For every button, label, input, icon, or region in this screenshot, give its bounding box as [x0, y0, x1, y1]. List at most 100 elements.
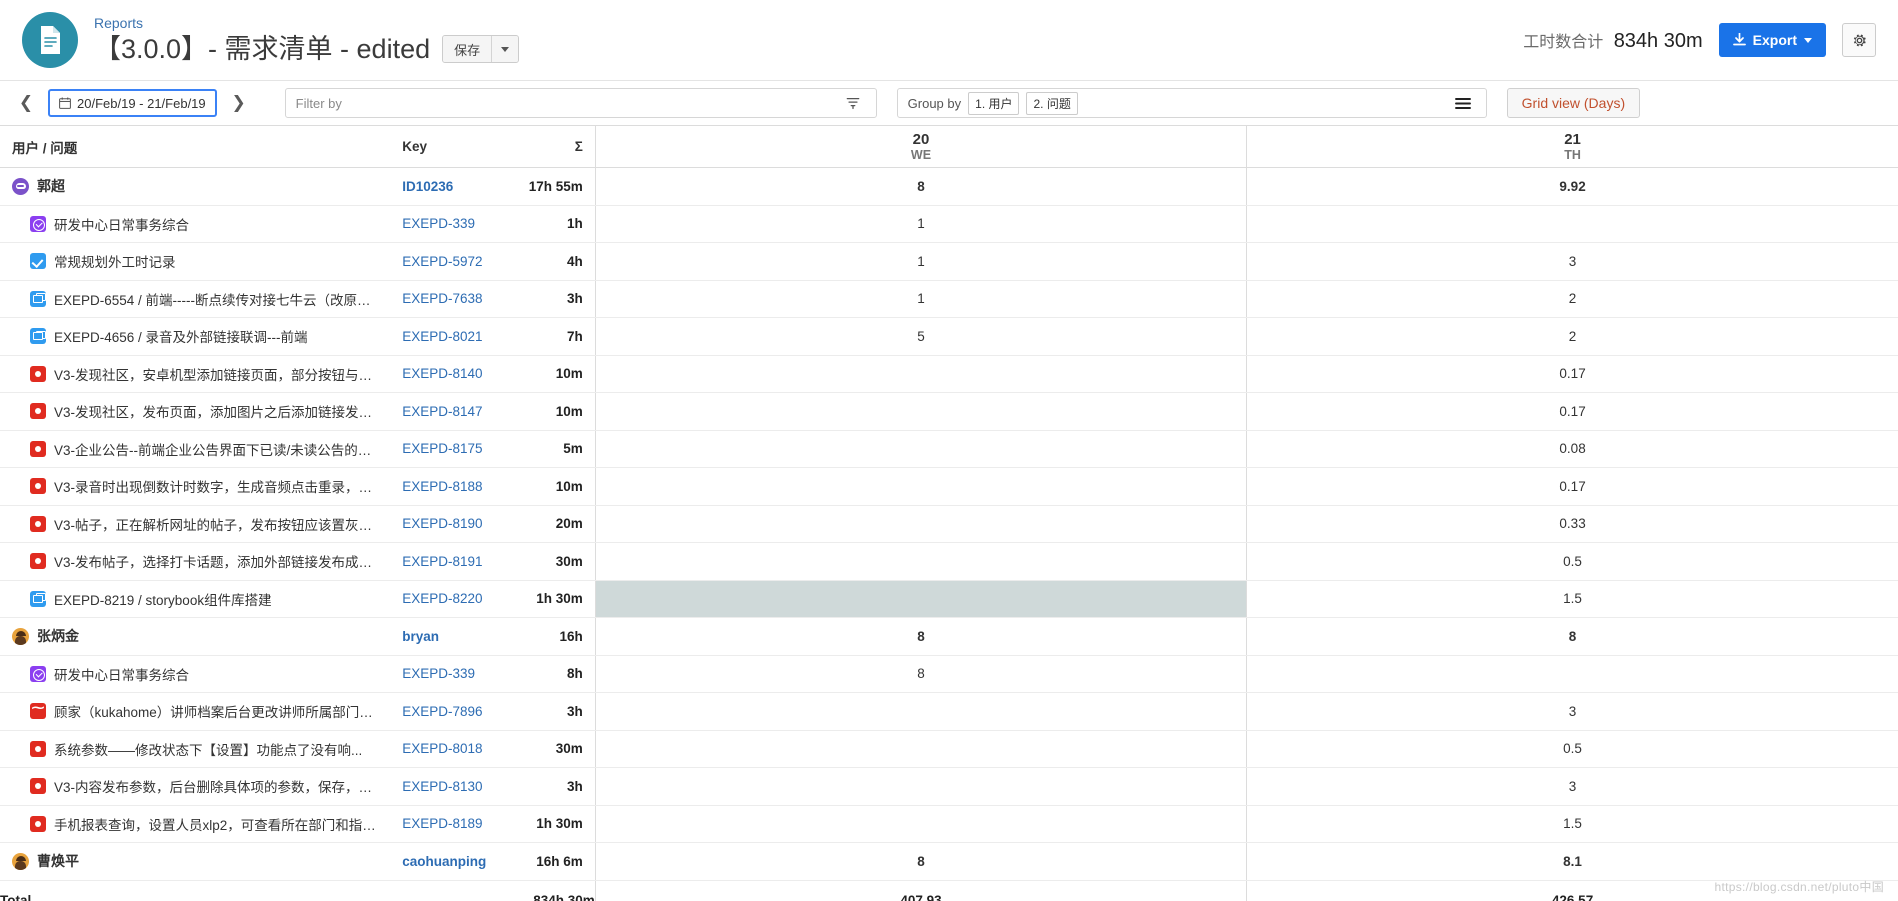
row-day-21-cell[interactable]: 3 [1246, 692, 1898, 731]
column-header-day-20[interactable]: 20 WE [595, 125, 1247, 168]
row-day-21-cell[interactable]: 0.17 [1246, 355, 1898, 393]
issue-key-link[interactable]: EXEPD-8021 [402, 329, 482, 344]
row-day-21-cell[interactable]: 9.92 [1246, 167, 1898, 206]
row-day-21-cell[interactable]: 1.5 [1246, 805, 1898, 843]
row-day-20-cell[interactable]: 8 [595, 167, 1247, 206]
filter-field[interactable] [284, 88, 877, 118]
row-day-21-cell[interactable]: 0.17 [1246, 392, 1898, 431]
row-day-21-cell[interactable] [1246, 205, 1898, 243]
row-day-20-cell[interactable]: 5 [595, 317, 1247, 356]
issue-key-link[interactable]: EXEPD-8190 [402, 516, 482, 531]
table-row[interactable]: 研发中心日常事务综合 EXEPD-339 8h 8 [0, 655, 1898, 693]
row-day-20-cell[interactable]: 1 [595, 205, 1247, 243]
row-day-20-cell[interactable] [595, 505, 1247, 543]
row-day-20-cell[interactable]: 8 [595, 842, 1247, 881]
row-label: EXEPD-6554 / 前端-----断点续传对接七牛云（改原生... [54, 292, 379, 308]
row-day-20-cell[interactable] [595, 467, 1247, 506]
settings-button[interactable] [1842, 23, 1876, 57]
save-button-group[interactable]: 保存 [442, 35, 520, 63]
date-range-picker[interactable]: 20/Feb/19 - 21/Feb/19 [48, 89, 217, 117]
issue-key-link[interactable]: caohuanping [402, 854, 486, 869]
issue-key-link[interactable]: EXEPD-339 [402, 666, 475, 681]
filter-options-button[interactable] [840, 96, 866, 110]
save-button[interactable]: 保存 [443, 36, 493, 62]
row-day-20-cell[interactable] [595, 805, 1247, 843]
row-day-21-cell[interactable]: 0.5 [1246, 730, 1898, 768]
save-dropdown-button[interactable] [492, 36, 519, 62]
row-day-21-cell[interactable]: 0.17 [1246, 467, 1898, 506]
issue-key-link[interactable]: EXEPD-8130 [402, 779, 482, 794]
user-group-row[interactable]: 曹焕平 caohuanping 16h 6m 8 8.1 [0, 842, 1898, 881]
issue-key-link[interactable]: EXEPD-8140 [402, 366, 482, 381]
issue-key-link[interactable]: EXEPD-7638 [402, 291, 482, 306]
table-row[interactable]: V3-内容发布参数，后台删除具体项的参数，保存，前... EXEPD-8130 3h… [0, 767, 1898, 806]
column-header-name[interactable]: 用户 / 问题 [0, 125, 391, 168]
group-by-field[interactable]: Group by 1. 用户 2. 问题 [896, 88, 1487, 118]
row-day-20-cell[interactable]: 8 [595, 617, 1247, 656]
user-group-row[interactable]: 郭超 ID10236 17h 55m 8 9.92 [0, 167, 1898, 206]
user-group-row[interactable]: 张炳金 bryan 16h 8 8 [0, 617, 1898, 656]
issue-key-link[interactable]: EXEPD-8220 [402, 591, 482, 606]
row-day-20-cell[interactable] [595, 692, 1247, 731]
row-day-20-cell[interactable] [595, 730, 1247, 768]
column-header-key[interactable]: Key [390, 125, 496, 168]
prev-period-button[interactable]: ❮ [12, 88, 40, 118]
group-by-menu-button[interactable] [1450, 97, 1476, 110]
row-day-21-cell[interactable]: 0.08 [1246, 430, 1898, 468]
issue-key-link[interactable]: EXEPD-8189 [402, 816, 482, 831]
table-row[interactable]: 研发中心日常事务综合 EXEPD-339 1h 1 [0, 205, 1898, 243]
row-day-21-cell[interactable]: 3 [1246, 767, 1898, 806]
group-chip-issue[interactable]: 2. 问题 [1026, 91, 1078, 115]
issue-key-link[interactable]: EXEPD-8018 [402, 741, 482, 756]
table-row[interactable]: 手机报表查询，设置人员xlp2，可查看所在部门和指定... EXEPD-8189 1… [0, 805, 1898, 843]
row-day-21-cell[interactable]: 1.5 [1246, 580, 1898, 618]
row-name-cell: V3-发现社区，安卓机型添加链接页面，部分按钮与状... [0, 355, 391, 393]
table-row[interactable]: V3-发现社区，发布页面，添加图片之后添加链接发布... EXEPD-8147 10… [0, 392, 1898, 431]
table-row[interactable]: V3-发现社区，安卓机型添加链接页面，部分按钮与状... EXEPD-8140 10… [0, 355, 1898, 393]
row-day-20-cell[interactable] [595, 392, 1247, 431]
export-button[interactable]: Export [1718, 23, 1826, 57]
filter-input[interactable] [295, 95, 840, 111]
issue-key-link[interactable]: EXEPD-5972 [402, 254, 482, 269]
row-day-20-cell[interactable]: 1 [595, 280, 1247, 318]
table-row[interactable]: EXEPD-8219 / storybook组件库搭建 EXEPD-8220 1h … [0, 580, 1898, 618]
row-day-21-cell[interactable]: 0.33 [1246, 505, 1898, 543]
row-day-20-cell[interactable] [595, 580, 1247, 618]
row-day-20-cell[interactable] [595, 355, 1247, 393]
grid-view-button[interactable]: Grid view (Days) [1506, 88, 1641, 118]
row-day-21-cell[interactable]: 3 [1246, 242, 1898, 281]
row-day-20-cell[interactable] [595, 430, 1247, 468]
issue-key-link[interactable]: EXEPD-8191 [402, 554, 482, 569]
issue-key-link[interactable]: bryan [402, 629, 439, 644]
row-day-20-cell[interactable] [595, 542, 1247, 581]
row-day-21-cell[interactable]: 8 [1246, 617, 1898, 656]
issue-key-link[interactable]: ID10236 [402, 179, 453, 194]
row-day-20-cell[interactable]: 8 [595, 655, 1247, 693]
row-day-20-cell[interactable]: 1 [595, 242, 1247, 281]
row-day-21-cell[interactable]: 2 [1246, 317, 1898, 356]
issue-key-link[interactable]: EXEPD-339 [402, 216, 475, 231]
table-row[interactable]: V3-企业公告--前端企业公告界面下已读/未读公告的文... EXEPD-8175… [0, 430, 1898, 468]
column-header-sum[interactable]: Σ [495, 125, 596, 168]
issue-key-link[interactable]: EXEPD-8147 [402, 404, 482, 419]
table-row[interactable]: 常规规划外工时记录 EXEPD-5972 4h 1 3 [0, 242, 1898, 281]
row-day-21-cell[interactable]: 8.1 [1246, 842, 1898, 881]
row-day-21-cell[interactable]: 0.5 [1246, 542, 1898, 581]
issue-key-link[interactable]: EXEPD-7896 [402, 704, 482, 719]
table-row[interactable]: 顾家（kukahome）讲师档案后台更改讲师所属部门，... EXEPD-7896… [0, 692, 1898, 731]
issue-key-link[interactable]: EXEPD-8188 [402, 479, 482, 494]
table-row[interactable]: EXEPD-6554 / 前端-----断点续传对接七牛云（改原生... EXEP… [0, 280, 1898, 318]
table-row[interactable]: V3-发布帖子，选择打卡话题，添加外部链接发布成功... EXEPD-8191 30… [0, 542, 1898, 581]
table-row[interactable]: EXEPD-4656 / 录音及外部链接联调---前端 EXEPD-8021 7h 5… [0, 317, 1898, 356]
breadcrumb-reports[interactable]: Reports [94, 15, 519, 31]
next-period-button[interactable]: ❯ [225, 88, 253, 118]
row-day-20-cell[interactable] [595, 767, 1247, 806]
column-header-day-21[interactable]: 21 TH [1246, 125, 1898, 168]
table-row[interactable]: V3-录音时出现倒数计时数字，生成音频点击重录，此... EXEPD-8188 10… [0, 467, 1898, 506]
row-day-21-cell[interactable]: 2 [1246, 280, 1898, 318]
row-day-21-cell[interactable] [1246, 655, 1898, 693]
group-chip-user[interactable]: 1. 用户 [968, 91, 1020, 115]
table-row[interactable]: V3-帖子，正在解析网址的帖子，发布按钮应该置灰不... EXEPD-8190 20… [0, 505, 1898, 543]
table-row[interactable]: 系统参数——修改状态下【设置】功能点了没有响... EXEPD-8018 30m 0.… [0, 730, 1898, 768]
issue-key-link[interactable]: EXEPD-8175 [402, 441, 482, 456]
